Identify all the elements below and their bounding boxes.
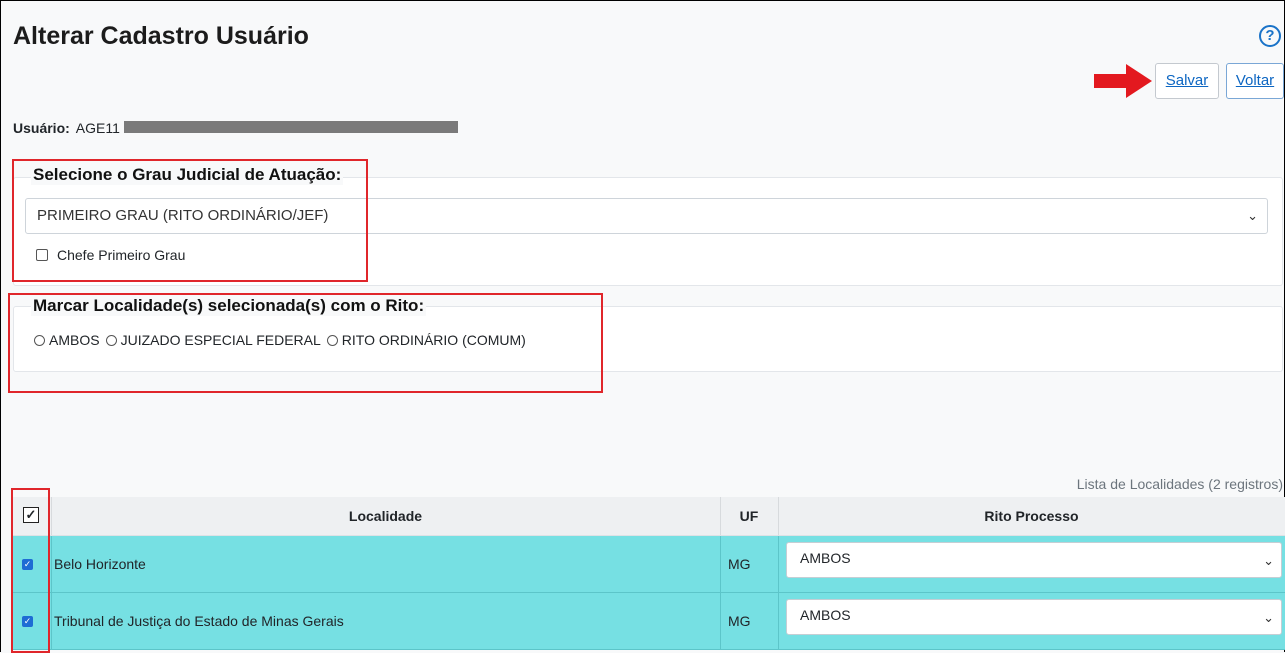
grau-select-value: PRIMEIRO GRAU (RITO ORDINÁRIO/JEF) (37, 207, 329, 224)
header-localidade[interactable]: Localidade (51, 497, 720, 535)
localidades-table: ✓ Localidade UF Rito Processo ✓ Belo Hor… (13, 497, 1285, 650)
table-header: ✓ Localidade UF Rito Processo (13, 497, 1285, 536)
table-row: ✓ Tribunal de Justiça do Estado de Minas… (13, 593, 1285, 650)
row-checkbox[interactable]: ✓ (22, 616, 33, 627)
radio-jef-label: JUIZADO ESPECIAL FEDERAL (120, 332, 321, 348)
chevron-down-icon: ⌄ (1263, 553, 1274, 568)
radio-jef[interactable] (105, 334, 117, 346)
rito-legend: Marcar Localidade(s) selecionada(s) com … (31, 296, 427, 316)
back-button[interactable]: Voltar (1226, 63, 1284, 99)
row-checkbox[interactable]: ✓ (22, 559, 33, 570)
row-uf: MG (728, 613, 751, 629)
rito-radio-group: AMBOS JUIZADO ESPECIAL FEDERAL RITO ORDI… (34, 332, 532, 348)
grau-legend: Selecione o Grau Judicial de Atuação: (31, 165, 344, 185)
select-all-checkbox[interactable]: ✓ (23, 507, 39, 523)
question-circle-icon[interactable]: ? (1259, 25, 1281, 47)
table-row: ✓ Belo Horizonte MG AMBOS ⌄ (13, 536, 1285, 593)
red-arrow-right-icon (1094, 64, 1152, 98)
radio-ordinario[interactable] (326, 334, 338, 346)
row-localidade: Tribunal de Justiça do Estado de Minas G… (54, 613, 344, 629)
radio-ambos-label: AMBOS (49, 332, 100, 348)
row-rito-value: AMBOS (800, 607, 851, 623)
user-info: Usuário: AGE11 (13, 120, 120, 136)
redaction-bar (124, 121, 458, 133)
chefe-checkbox-row[interactable]: Chefe Primeiro Grau (36, 247, 185, 263)
list-caption: Lista de Localidades (2 registros) (1076, 476, 1283, 492)
save-button[interactable]: Salvar (1155, 63, 1219, 99)
radio-ambos[interactable] (34, 334, 45, 346)
row-rito-value: AMBOS (800, 550, 851, 566)
header-rito[interactable]: Rito Processo (778, 497, 1285, 535)
chefe-checkbox[interactable] (36, 249, 48, 261)
row-uf: MG (728, 556, 751, 572)
user-label: Usuário: (13, 120, 70, 136)
user-value: AGE11 (75, 120, 120, 136)
grau-select[interactable]: PRIMEIRO GRAU (RITO ORDINÁRIO/JEF) ⌄ (25, 198, 1268, 234)
chevron-down-icon: ⌄ (1263, 610, 1274, 625)
page-title: Alterar Cadastro Usuário (13, 22, 309, 50)
radio-ordinario-label: RITO ORDINÁRIO (COMUM) (341, 332, 526, 348)
row-localidade: Belo Horizonte (54, 556, 146, 572)
row-rito-select[interactable]: AMBOS ⌄ (786, 542, 1282, 578)
chevron-down-icon: ⌄ (1247, 208, 1258, 223)
header-uf[interactable]: UF (720, 497, 778, 535)
chefe-label: Chefe Primeiro Grau (57, 247, 186, 263)
row-rito-select[interactable]: AMBOS ⌄ (786, 599, 1282, 635)
